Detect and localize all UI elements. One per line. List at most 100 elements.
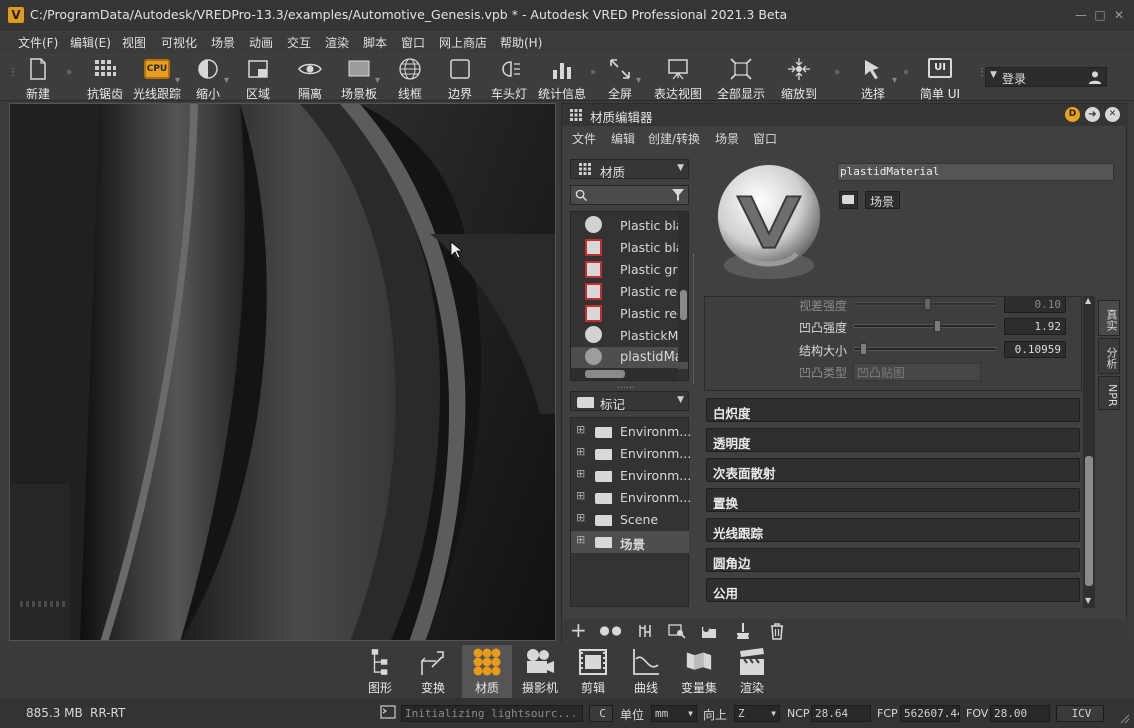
- slider-knob[interactable]: [924, 298, 931, 310]
- list-item[interactable]: ⊞ Environm...: [571, 487, 691, 509]
- select-dropdown-icon[interactable]: ▾: [892, 75, 897, 86]
- simple-ui-button[interactable]: UI 简单 UI: [912, 53, 968, 101]
- list-item[interactable]: Plastic bla: [571, 215, 688, 237]
- dock-render-button[interactable]: 渲染: [727, 645, 777, 698]
- presentation-view-button[interactable]: 表达视图: [650, 53, 706, 101]
- section-raytracing[interactable]: 光线跟踪: [706, 518, 1080, 542]
- show-all-button[interactable]: 全部显示: [712, 53, 770, 101]
- scene-tag-chip[interactable]: 场景: [865, 191, 900, 209]
- select-button[interactable]: 选择: [848, 53, 898, 101]
- icv-button[interactable]: ICV: [1056, 705, 1104, 722]
- close-button[interactable]: ✕: [1113, 9, 1125, 21]
- section-transparency[interactable]: 透明度: [706, 428, 1080, 452]
- me-menu-scene[interactable]: 场景: [715, 130, 739, 147]
- list-item[interactable]: PlastickM: [571, 325, 688, 347]
- tab-npr[interactable]: NPR: [1098, 376, 1120, 410]
- menu-render[interactable]: 渲染: [325, 34, 349, 51]
- prop-bump-strength-value[interactable]: 1.92: [1004, 318, 1066, 335]
- prop-parallax-slider[interactable]: [853, 298, 997, 310]
- wireframe-button[interactable]: 线框: [388, 53, 432, 101]
- shrink-dropdown-icon[interactable]: ▾: [224, 75, 229, 86]
- expand-icon[interactable]: ⊞: [576, 511, 585, 524]
- scrollbar-thumb[interactable]: [680, 290, 687, 320]
- assign-icon[interactable]: [700, 623, 718, 639]
- login-combo[interactable]: ▼ 登录: [985, 67, 1107, 87]
- arrow-right-icon[interactable]: ➜: [1085, 107, 1100, 122]
- list-item[interactable]: ⊞ Environm...: [571, 421, 691, 443]
- dock-graph-button[interactable]: 图形: [355, 645, 405, 698]
- material-filter-combo[interactable]: 材质 ▼: [570, 159, 689, 180]
- menu-scene[interactable]: 场景: [211, 34, 235, 51]
- slider-knob[interactable]: [860, 343, 867, 355]
- headlight-button[interactable]: 车头灯: [486, 53, 532, 101]
- scene-tag-button[interactable]: [839, 191, 858, 209]
- list-item[interactable]: Plastic rec: [571, 303, 688, 325]
- me-menu-file[interactable]: 文件: [572, 130, 596, 147]
- scroll-down-icon[interactable]: ▼: [1085, 596, 1091, 605]
- me-menu-window[interactable]: 窗口: [753, 130, 777, 147]
- resize-grip-icon[interactable]: [1118, 712, 1130, 724]
- raytracing-dropdown-icon[interactable]: ▾: [175, 75, 180, 86]
- brush-icon[interactable]: [734, 622, 752, 640]
- material-name-field[interactable]: plastidMaterial: [837, 163, 1114, 181]
- region-button[interactable]: 区域: [236, 53, 280, 101]
- dock-camera-button[interactable]: 摄影机: [515, 645, 565, 698]
- unit-select[interactable]: mm ▼: [651, 705, 697, 722]
- list-item-selected[interactable]: plastidMa: [571, 347, 688, 369]
- group-icon[interactable]: [637, 623, 653, 639]
- boundary-button[interactable]: 边界: [438, 53, 482, 101]
- me-menu-create-convert[interactable]: 创建/转换: [648, 130, 700, 147]
- prop-bump-type-combo[interactable]: 凹凸贴图: [853, 363, 981, 381]
- section-incandescence[interactable]: 白炽度: [706, 398, 1080, 422]
- ncp-input[interactable]: 28.64: [811, 705, 871, 722]
- scrollbar-thumb[interactable]: [585, 370, 625, 378]
- dock-material-button[interactable]: 材质: [462, 645, 512, 698]
- prop-bump-strength-slider[interactable]: [853, 320, 997, 332]
- vertical-splitter-icon[interactable]: [693, 254, 697, 384]
- dock-curves-button[interactable]: 曲线: [621, 645, 671, 698]
- section-subsurface-scattering[interactable]: 次表面散射: [706, 458, 1080, 482]
- list-item[interactable]: ⊞ Scene: [571, 509, 689, 531]
- fcp-input[interactable]: 562607.44: [900, 705, 960, 722]
- expand-icon[interactable]: ⊞: [576, 445, 585, 458]
- list-item[interactable]: Plastic bla: [571, 237, 688, 259]
- statistics-button[interactable]: 统计信息: [534, 53, 590, 101]
- dock-clips-button[interactable]: 剪辑: [568, 645, 618, 698]
- add-icon[interactable]: +: [570, 619, 587, 641]
- menu-interaction[interactable]: 交互: [287, 34, 311, 51]
- list-item[interactable]: ⊞ Environm...: [571, 443, 691, 465]
- trash-icon[interactable]: [769, 622, 785, 640]
- zoom-to-button[interactable]: 缩放到: [774, 53, 824, 101]
- section-common[interactable]: 公用: [706, 578, 1080, 602]
- tab-analytic[interactable]: 分析: [1098, 338, 1120, 374]
- prop-parallax-value[interactable]: 0.10: [1004, 297, 1066, 313]
- tag-filter-combo[interactable]: 标记 ▼: [570, 391, 689, 412]
- material-search-input[interactable]: [570, 185, 689, 205]
- minimize-button[interactable]: —: [1075, 9, 1087, 21]
- fullscreen-dropdown-icon[interactable]: ▾: [636, 75, 641, 86]
- filter-icon[interactable]: [671, 188, 685, 202]
- c-button[interactable]: C: [589, 705, 613, 722]
- list-item-selected[interactable]: ⊞ 场景: [571, 531, 689, 553]
- menu-animation[interactable]: 动画: [249, 34, 273, 51]
- antialiasing-button[interactable]: 抗锯齿: [80, 53, 130, 101]
- command-line-input[interactable]: Initializing lightsourc...: [401, 705, 583, 722]
- me-menu-edit[interactable]: 编辑: [611, 130, 635, 147]
- expand-icon[interactable]: ⊞: [576, 467, 585, 480]
- slider-knob[interactable]: [934, 320, 941, 332]
- menu-edit[interactable]: 编辑(E): [70, 34, 111, 51]
- expand-icon[interactable]: ⊞: [576, 489, 585, 502]
- close-panel-icon[interactable]: ✕: [1105, 107, 1120, 122]
- menu-help[interactable]: 帮助(H): [500, 34, 542, 51]
- duplicate-spheres-icon[interactable]: [599, 625, 623, 637]
- menu-file[interactable]: 文件(F): [18, 34, 58, 51]
- expand-icon[interactable]: ⊞: [576, 423, 585, 436]
- section-displacement[interactable]: 置换: [706, 488, 1080, 512]
- fov-input[interactable]: 28.00: [990, 705, 1050, 722]
- up-axis-select[interactable]: Z ▼: [734, 705, 780, 722]
- menu-script[interactable]: 脚本: [363, 34, 387, 51]
- section-round-edges[interactable]: 圆角边: [706, 548, 1080, 572]
- scrollbar-thumb[interactable]: [1085, 456, 1093, 586]
- render-viewport[interactable]: [9, 103, 556, 641]
- list-item[interactable]: ⊞ Environm...: [571, 465, 691, 487]
